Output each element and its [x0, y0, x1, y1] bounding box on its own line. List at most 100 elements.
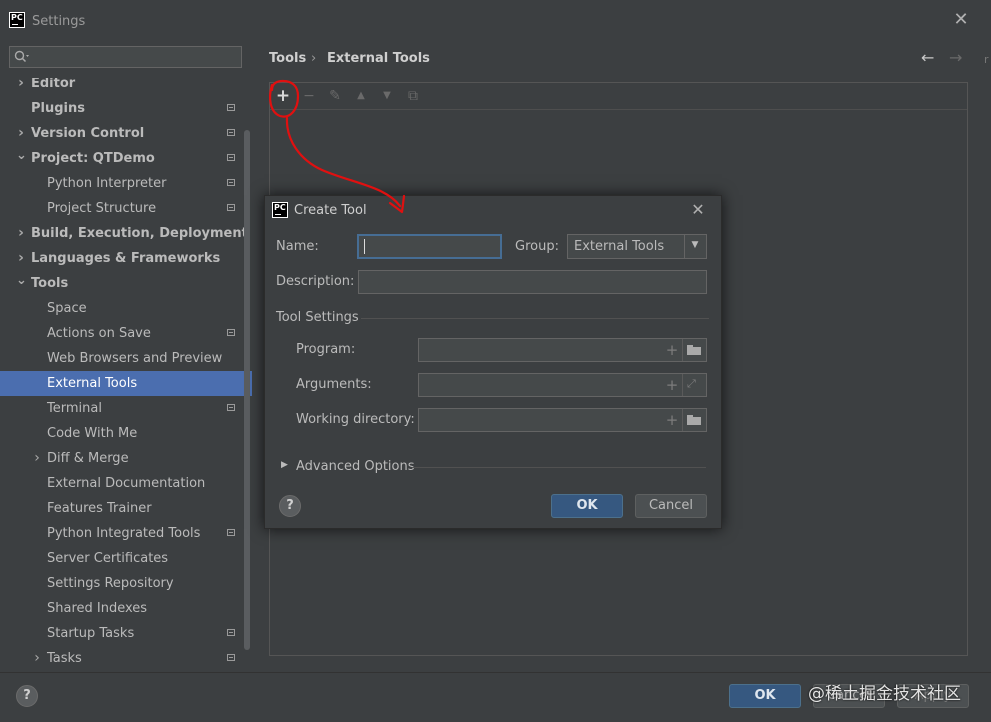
- pycharm-logo-icon: PC: [272, 202, 288, 218]
- sidebar-item[interactable]: › Diff & Merge: [0, 446, 252, 471]
- sidebar-item[interactable]: Python Interpreter: [0, 171, 252, 196]
- chevron-right-icon[interactable]: ›: [32, 446, 42, 471]
- move-up-icon[interactable]: ▲: [352, 87, 370, 105]
- chevron-down-icon[interactable]: ⌄: [16, 268, 27, 293]
- dialog-help-button[interactable]: ?: [279, 495, 301, 517]
- move-down-icon[interactable]: ▼: [378, 87, 396, 105]
- group-value: External Tools: [574, 239, 665, 254]
- sidebar-item-label: External Tools: [47, 376, 138, 391]
- sidebar-item[interactable]: Actions on Save: [0, 321, 252, 346]
- chevron-down-icon[interactable]: ▼: [688, 240, 702, 250]
- sidebar-item[interactable]: Server Certificates: [0, 546, 252, 571]
- sidebar-item-label: Features Trainer: [47, 501, 152, 516]
- footer-divider: [0, 672, 991, 673]
- close-icon[interactable]: ✕: [952, 11, 970, 29]
- sidebar-item-label: Python Interpreter: [47, 176, 167, 191]
- description-field[interactable]: [358, 270, 707, 294]
- folder-icon[interactable]: [687, 415, 701, 425]
- forward-arrow-icon[interactable]: →: [949, 48, 962, 67]
- description-label: Description:: [276, 274, 355, 289]
- sidebar-item-label: Python Integrated Tools: [47, 526, 201, 541]
- copy-icon[interactable]: ⧉: [404, 87, 422, 105]
- sidebar-item[interactable]: Web Browsers and Preview: [0, 346, 252, 371]
- sidebar-item[interactable]: Code With Me: [0, 421, 252, 446]
- sidebar-item[interactable]: ⌄ Tools: [0, 271, 252, 296]
- back-arrow-icon[interactable]: ←: [921, 48, 934, 67]
- sidebar-item-label: Project: QTDemo: [31, 151, 155, 166]
- section-divider: [361, 318, 709, 319]
- sidebar-item[interactable]: › Build, Execution, Deployment: [0, 221, 252, 246]
- sidebar-item[interactable]: Features Trainer: [0, 496, 252, 521]
- project-level-icon: [227, 104, 235, 111]
- arguments-field[interactable]: [418, 373, 707, 397]
- sidebar-item-label: Plugins: [31, 101, 85, 116]
- insert-macro-icon[interactable]: +: [665, 343, 679, 358]
- sidebar-item[interactable]: › Editor: [0, 78, 252, 96]
- title-bar: PC Settings ✕: [0, 0, 991, 42]
- chevron-right-icon[interactable]: ›: [32, 646, 42, 671]
- sidebar-item[interactable]: › Languages & Frameworks: [0, 246, 252, 271]
- program-label: Program:: [296, 342, 356, 357]
- add-button[interactable]: +: [274, 87, 292, 105]
- chevron-right-icon[interactable]: ›: [16, 78, 26, 90]
- program-field[interactable]: [418, 338, 707, 362]
- field-divider: [682, 409, 683, 431]
- sidebar-item-label: Languages & Frameworks: [31, 251, 221, 266]
- sidebar-item[interactable]: › Version Control: [0, 121, 252, 146]
- sidebar-item-label: Project Structure: [47, 201, 157, 216]
- chevron-right-icon[interactable]: ▶: [281, 460, 288, 470]
- sidebar-item-label: Actions on Save: [47, 326, 151, 341]
- sidebar-item[interactable]: External Documentation: [0, 471, 252, 496]
- project-level-icon: [227, 329, 235, 336]
- breadcrumb-separator: ›: [311, 51, 317, 66]
- sidebar-item-label: Settings Repository: [47, 576, 174, 591]
- sidebar-item[interactable]: Plugins: [0, 96, 252, 121]
- clipped-edge-text: r: [984, 53, 989, 66]
- project-level-icon: [227, 179, 235, 186]
- dialog-cancel-button[interactable]: Cancel: [635, 494, 707, 518]
- sidebar-item-label: Startup Tasks: [47, 626, 135, 641]
- insert-macro-icon[interactable]: +: [665, 378, 679, 393]
- dialog-close-icon[interactable]: ✕: [689, 201, 707, 219]
- field-divider: [682, 339, 683, 361]
- sidebar-item[interactable]: Settings Repository: [0, 571, 252, 596]
- project-level-icon: [227, 204, 235, 211]
- search-input[interactable]: [9, 46, 242, 68]
- sidebar-item-label: Code With Me: [47, 426, 138, 441]
- chevron-down-icon[interactable]: ⌄: [16, 143, 27, 168]
- sidebar-scrollbar[interactable]: [244, 130, 250, 650]
- working-directory-field[interactable]: [418, 408, 707, 432]
- sidebar-item-label: Build, Execution, Deployment: [31, 226, 248, 241]
- chevron-right-icon[interactable]: ›: [16, 221, 26, 246]
- sidebar-item[interactable]: External Tools: [0, 371, 252, 396]
- folder-icon[interactable]: [687, 345, 701, 355]
- insert-macro-icon[interactable]: +: [665, 413, 679, 428]
- sidebar-item-label: Tasks: [47, 651, 82, 666]
- sidebar-item[interactable]: ⌄ Project: QTDemo: [0, 146, 252, 171]
- sidebar-item[interactable]: › Tasks: [0, 646, 252, 671]
- project-level-icon: [227, 404, 235, 411]
- group-select-divider: [684, 235, 685, 258]
- name-field[interactable]: [357, 234, 502, 259]
- help-button[interactable]: ?: [16, 685, 38, 707]
- sidebar-item[interactable]: Project Structure: [0, 196, 252, 221]
- project-level-icon: [227, 129, 235, 136]
- watermark: @稀土掘金技术社区: [808, 684, 961, 704]
- sidebar-item[interactable]: Shared Indexes: [0, 596, 252, 621]
- sidebar-item[interactable]: Space: [0, 296, 252, 321]
- edit-icon[interactable]: ✎: [326, 87, 344, 105]
- remove-button[interactable]: −: [300, 87, 318, 105]
- dialog-ok-button[interactable]: OK: [551, 494, 623, 518]
- sidebar-item[interactable]: Startup Tasks: [0, 621, 252, 646]
- sidebar-item-label: Terminal: [47, 401, 102, 416]
- sidebar-item[interactable]: Python Integrated Tools: [0, 521, 252, 546]
- window-title: Settings: [32, 14, 86, 29]
- project-level-icon: [227, 529, 235, 536]
- breadcrumb-tools[interactable]: Tools: [269, 51, 306, 66]
- ok-button[interactable]: OK: [729, 684, 801, 708]
- project-level-icon: [227, 654, 235, 661]
- advanced-options-toggle[interactable]: Advanced Options: [296, 459, 415, 474]
- sidebar-item-label: Version Control: [31, 126, 145, 141]
- sidebar-item[interactable]: Terminal: [0, 396, 252, 421]
- expand-icon[interactable]: ⤢: [687, 377, 696, 391]
